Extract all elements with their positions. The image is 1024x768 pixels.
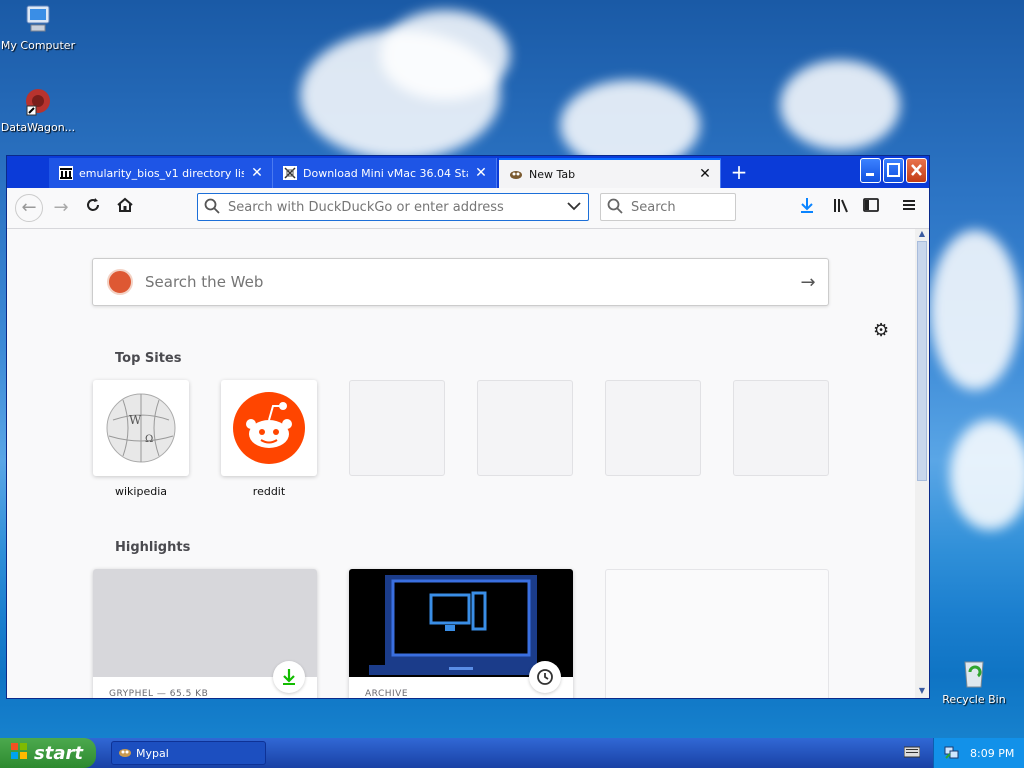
sidebar-button[interactable] — [859, 196, 883, 220]
taskbar-item-mypal[interactable]: Mypal — [111, 741, 266, 765]
menu-button[interactable] — [897, 196, 921, 220]
top-site-empty-slot — [605, 380, 701, 476]
tab-minivmac[interactable]: Download Mini vMac 36.04 Standa ✕ — [273, 158, 497, 188]
download-icon — [801, 198, 813, 213]
clock-badge — [529, 661, 561, 693]
desktop-icon-my-computer[interactable]: My Computer — [0, 2, 78, 52]
cloud — [930, 230, 1020, 390]
top-sites-heading: Top Sites — [115, 351, 182, 366]
download-badge — [273, 661, 305, 693]
taskbar: start Mypal 8:09 PM — [0, 738, 1024, 768]
tab-title: Download Mini vMac 36.04 Standa — [303, 166, 468, 180]
search-icon — [601, 198, 629, 217]
top-site-reddit[interactable] — [221, 380, 317, 476]
browser-window: emularity_bios_v1 directory listing ✕ Do… — [6, 155, 930, 699]
taskbar-item-label: Mypal — [136, 746, 169, 760]
svg-text:W: W — [129, 413, 142, 427]
url-input[interactable] — [226, 198, 560, 216]
desktop-icon-label: Recycle Bin — [942, 693, 1006, 706]
recycle-bin-icon — [957, 656, 991, 690]
highlight-meta: GRYPHEL — 65.5 KB — [109, 689, 209, 698]
forward-button[interactable]: → — [49, 196, 73, 220]
arrow-right-icon[interactable]: → — [788, 272, 828, 293]
reddit-icon — [233, 392, 305, 464]
library-button[interactable] — [829, 196, 853, 220]
close-tab-icon[interactable]: ✕ — [474, 165, 488, 181]
network-icon[interactable] — [944, 744, 960, 763]
close-tab-icon[interactable]: ✕ — [698, 166, 712, 182]
search-icon — [198, 198, 226, 217]
highlight-empty-slot — [605, 569, 829, 698]
tab-new-tab[interactable]: New Tab ✕ — [499, 158, 721, 188]
mypal-icon — [509, 167, 523, 181]
start-label: start — [34, 742, 83, 764]
archive-icon — [59, 166, 73, 180]
keyboard-icon[interactable] — [903, 746, 921, 761]
system-tray: 8:09 PM — [933, 738, 1024, 768]
clock: 8:09 PM — [970, 746, 1015, 760]
home-button[interactable] — [113, 196, 137, 220]
chevron-down-icon[interactable] — [560, 200, 588, 214]
downloads-button[interactable] — [795, 196, 819, 220]
top-site-empty-slot — [349, 380, 445, 476]
computer-icon — [21, 2, 55, 36]
highlight-meta: ARCHIVE — [365, 689, 409, 698]
scroll-up-icon[interactable]: ▲ — [915, 229, 929, 241]
reload-icon — [87, 198, 99, 211]
web-search-box[interactable]: → — [92, 258, 829, 306]
tab-title: New Tab — [529, 167, 576, 181]
tab-bar: emularity_bios_v1 directory listing ✕ Do… — [7, 156, 929, 188]
svg-text:Ω: Ω — [145, 434, 153, 445]
gear-icon[interactable]: ⚙ — [873, 320, 889, 341]
top-site-wikipedia[interactable]: W Ω — [93, 380, 189, 476]
cloud — [950, 420, 1024, 530]
search-input[interactable] — [629, 198, 729, 216]
minivmac-icon — [283, 166, 297, 180]
download-icon — [283, 669, 295, 685]
tab-title: emularity_bios_v1 directory listing — [79, 166, 244, 180]
highlights-heading: Highlights — [115, 540, 191, 555]
wikipedia-icon: W Ω — [106, 393, 176, 463]
tab-emularity[interactable]: emularity_bios_v1 directory listing ✕ — [49, 158, 273, 188]
top-site-label: wikipedia — [114, 485, 167, 498]
hamburger-icon — [903, 200, 915, 210]
navigation-toolbar: ← → — [7, 188, 929, 229]
desktop-icon-label: DataWagon... — [0, 121, 76, 134]
sidebar-icon — [863, 198, 879, 212]
top-site-label: reddit — [252, 485, 286, 498]
duckduckgo-icon — [107, 269, 133, 295]
scroll-down-icon[interactable]: ▼ — [915, 686, 929, 698]
desktop-icon-recycle-bin[interactable]: Recycle Bin — [934, 656, 1014, 706]
desktop-icon-label: My Computer — [0, 39, 76, 52]
vertical-scrollbar[interactable]: ▲ ▼ — [915, 229, 929, 698]
mypal-icon — [118, 745, 132, 762]
reload-button[interactable] — [81, 196, 105, 220]
search-bar[interactable] — [600, 193, 736, 221]
close-tab-icon[interactable]: ✕ — [250, 165, 264, 181]
home-icon — [117, 197, 133, 212]
highlight-card-gryphel[interactable]: GRYPHEL — 65.5 KB — [93, 569, 317, 698]
datawagon-icon — [21, 84, 55, 118]
windows-logo-icon — [10, 742, 28, 765]
library-icon — [834, 199, 848, 213]
maximize-button[interactable] — [883, 158, 904, 183]
cloud — [780, 60, 900, 150]
clock-icon — [537, 669, 553, 685]
minimize-button[interactable] — [860, 158, 881, 183]
top-site-empty-slot — [477, 380, 573, 476]
close-window-button[interactable] — [906, 158, 927, 183]
start-button[interactable]: start — [0, 738, 96, 768]
top-site-empty-slot — [733, 380, 829, 476]
back-button[interactable]: ← — [15, 194, 43, 222]
new-tab-page: ⚙ → Top Sites W Ω wikipedia — [7, 229, 915, 698]
new-tab-button[interactable]: + — [725, 160, 753, 184]
scrollbar-thumb[interactable] — [917, 241, 927, 481]
cloud — [380, 10, 510, 100]
url-bar[interactable] — [197, 193, 589, 221]
web-search-input[interactable] — [143, 272, 788, 292]
desktop-icon-datawagon[interactable]: DataWagon... — [0, 84, 78, 134]
highlight-card-archive[interactable]: ARCHIVE — [349, 569, 573, 698]
